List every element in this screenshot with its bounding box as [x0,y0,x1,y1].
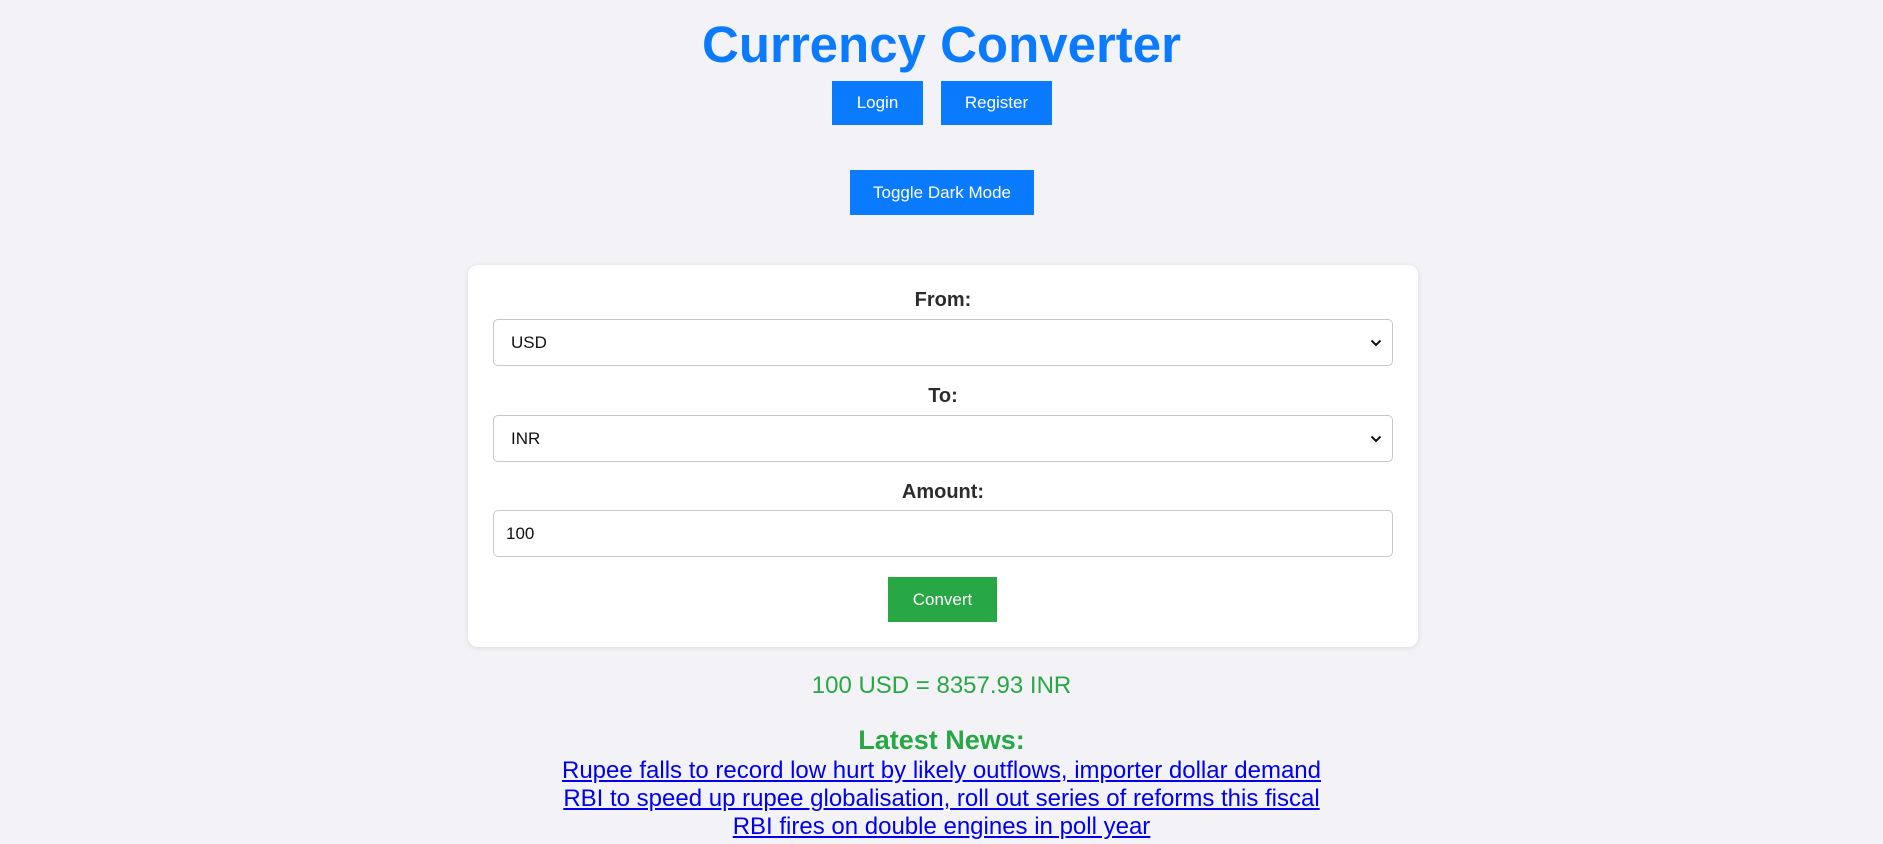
from-currency-select[interactable]: USD [493,319,1393,366]
news-list: Rupee falls to record low hurt by likely… [0,757,1883,841]
news-item: RBI fires on double engines in poll year [0,813,1883,841]
news-link[interactable]: Rupee falls to record low hurt by likely… [562,757,1321,784]
login-button[interactable]: Login [832,81,923,125]
news-item: Rupee falls to record low hurt by likely… [0,757,1883,785]
to-currency-value: INR [511,429,541,448]
chevron-down-icon [1370,339,1382,347]
convert-button[interactable]: Convert [888,577,997,622]
converter-card: From: USD To: INR Amount: 100 Convert [468,265,1418,647]
from-label: From: [914,289,972,311]
news-item: RBI to speed up rupee globalisation, rol… [0,785,1883,813]
amount-label: Amount: [901,481,985,503]
amount-input[interactable]: 100 [493,510,1393,557]
chevron-down-icon [1370,435,1382,443]
from-currency-value: USD [511,333,547,352]
news-link[interactable]: RBI to speed up rupee globalisation, rol… [563,785,1319,812]
conversion-result: 100 USD = 8357.93 INR [811,672,1072,699]
amount-value: 100 [506,524,535,543]
to-currency-select[interactable]: INR [493,415,1393,462]
page-title: Currency Converter [702,16,1181,73]
toggle-dark-mode-button[interactable]: Toggle Dark Mode [850,170,1034,215]
news-heading: Latest News: [858,725,1025,755]
to-label: To: [928,385,958,407]
register-button[interactable]: Register [941,81,1052,125]
news-link[interactable]: RBI fires on double engines in poll year [733,813,1151,840]
